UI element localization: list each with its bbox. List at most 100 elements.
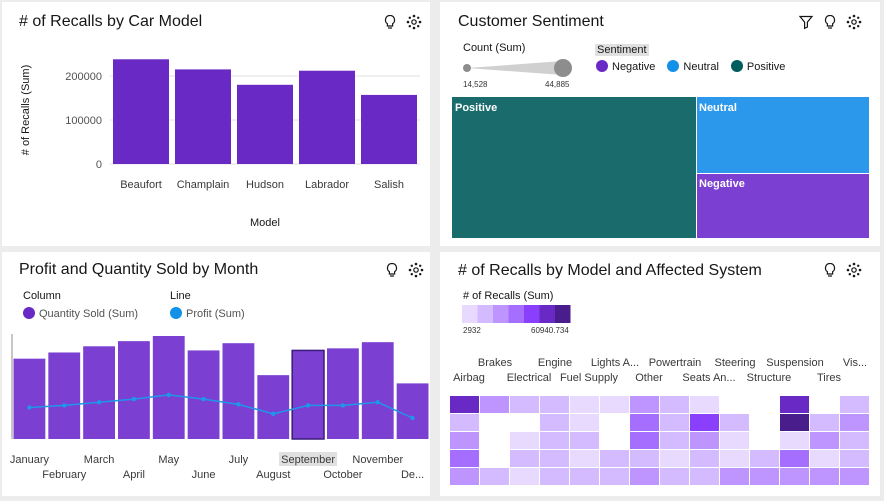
bar[interactable]	[361, 342, 394, 439]
heatmap-cell[interactable]	[570, 468, 599, 485]
heatmap-cell[interactable]	[540, 450, 569, 467]
heatmap-cell[interactable]	[810, 468, 839, 485]
heatmap-cell[interactable]	[840, 396, 869, 413]
bar[interactable]	[299, 70, 355, 164]
profit-point[interactable]	[271, 411, 276, 416]
heatmap-cell[interactable]	[540, 414, 569, 431]
legend-item-positive[interactable]: Positive	[730, 60, 785, 73]
profit-point[interactable]	[236, 402, 241, 407]
heatmap-cell[interactable]	[840, 414, 869, 431]
heatmap-cell[interactable]	[690, 396, 719, 413]
profit-point[interactable]	[410, 415, 415, 421]
bar[interactable]	[237, 84, 293, 164]
heatmap-cell[interactable]	[480, 432, 509, 449]
profit-point[interactable]	[27, 405, 32, 410]
heatmap-cell[interactable]	[510, 468, 539, 485]
heatmap-cell[interactable]	[630, 414, 659, 431]
heatmap-cell[interactable]	[600, 468, 629, 485]
heatmap-cell[interactable]	[600, 414, 629, 431]
heatmap-cell[interactable]	[450, 468, 479, 485]
profit-point[interactable]	[62, 403, 67, 408]
legend-item-negative[interactable]: Negative	[596, 60, 655, 73]
bar[interactable]	[118, 341, 150, 439]
heatmap-cell[interactable]	[750, 432, 779, 449]
heatmap-cell[interactable]	[780, 432, 809, 449]
heatmap-cell[interactable]	[630, 396, 659, 413]
bar[interactable]	[113, 59, 169, 164]
heatmap-cell[interactable]	[660, 414, 689, 431]
bar[interactable]	[222, 343, 255, 439]
heatmap-cell[interactable]	[600, 450, 629, 467]
heatmap-cell[interactable]	[630, 432, 659, 449]
profit-point[interactable]	[131, 396, 137, 402]
heatmap-cell[interactable]	[720, 468, 749, 485]
heatmap-cell[interactable]	[750, 414, 779, 431]
heatmap-cell[interactable]	[510, 396, 539, 413]
heatmap-cell[interactable]	[690, 450, 719, 467]
heatmap-cell[interactable]	[600, 432, 629, 449]
heatmap-cell[interactable]	[720, 432, 749, 449]
heatmap-cell[interactable]	[810, 450, 839, 467]
heatmap-cell[interactable]	[840, 432, 869, 449]
heatmap-cell[interactable]	[810, 432, 839, 449]
heatmap-cell[interactable]	[630, 468, 659, 485]
bar[interactable]	[361, 94, 417, 164]
heatmap-cell[interactable]	[450, 432, 479, 449]
bar[interactable]	[48, 352, 81, 439]
heatmap-cell[interactable]	[510, 414, 539, 431]
heatmap-cell[interactable]	[690, 468, 719, 485]
bar[interactable]	[291, 349, 325, 440]
heatmap-cell[interactable]	[540, 396, 569, 413]
heatmap-cell[interactable]	[720, 414, 749, 431]
heatmap-cell[interactable]	[750, 396, 779, 413]
heatmap-cell[interactable]	[450, 450, 479, 467]
heatmap-cell[interactable]	[780, 396, 809, 413]
profit-point[interactable]	[340, 403, 346, 408]
heatmap-cell[interactable]	[540, 432, 569, 449]
profit-point[interactable]	[305, 403, 311, 408]
heatmap-cell[interactable]	[780, 450, 809, 467]
heatmap-cell[interactable]	[660, 396, 689, 413]
heatmap-cell[interactable]	[450, 396, 479, 413]
bar[interactable]	[13, 358, 46, 439]
heatmap-cell[interactable]	[840, 450, 869, 467]
heatmap-cell[interactable]	[660, 450, 689, 467]
heatmap-cell[interactable]	[480, 414, 509, 431]
heatmap-cell[interactable]	[540, 468, 569, 485]
heatmap-cell[interactable]	[570, 396, 599, 413]
heatmap-cell[interactable]	[810, 414, 839, 431]
heatmap-cell[interactable]	[690, 432, 719, 449]
heatmap-cell[interactable]	[570, 432, 599, 449]
heatmap-cell[interactable]	[480, 396, 509, 413]
heatmap-cell[interactable]	[480, 450, 509, 467]
heatmap-cell[interactable]	[720, 396, 749, 413]
heatmap-cell[interactable]	[780, 468, 809, 485]
heatmap-cell[interactable]	[570, 414, 599, 431]
heatmap-cell[interactable]	[630, 450, 659, 467]
bar[interactable]	[187, 350, 220, 439]
bar[interactable]	[396, 383, 429, 439]
filter-icon[interactable]	[798, 14, 814, 30]
heatmap-cell[interactable]	[780, 414, 809, 431]
bar[interactable]	[327, 348, 359, 439]
settings-icon[interactable]	[846, 14, 862, 30]
profit-point[interactable]	[201, 396, 206, 402]
profit-point[interactable]	[166, 392, 171, 398]
heatmap-cell[interactable]	[480, 468, 509, 485]
heatmap-cell[interactable]	[660, 468, 689, 485]
lightbulb-icon[interactable]	[822, 14, 838, 30]
bar[interactable]	[83, 346, 115, 439]
bar[interactable]	[257, 375, 290, 439]
heatmap-cell[interactable]	[660, 432, 689, 449]
heatmap-cell[interactable]	[450, 414, 479, 431]
heatmap-cell[interactable]	[840, 468, 869, 485]
heatmap-cell[interactable]	[600, 396, 629, 413]
heatmap-cell[interactable]	[750, 468, 779, 485]
legend-item-neutral[interactable]: Neutral	[667, 60, 719, 73]
count-range-slider[interactable]	[460, 56, 580, 80]
heatmap-cell[interactable]	[570, 450, 599, 467]
heatmap-cell[interactable]	[720, 450, 749, 467]
heatmap-cell[interactable]	[690, 414, 719, 431]
bar[interactable]	[175, 69, 231, 164]
heatmap-cell[interactable]	[510, 450, 539, 467]
